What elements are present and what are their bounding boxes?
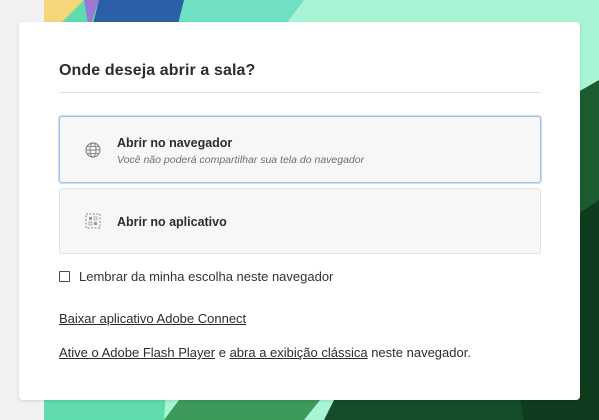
flash-player-line: Ative o Adobe Flash Player e abra a exib… — [59, 345, 471, 360]
option-label: Abrir no aplicativo — [117, 215, 227, 229]
open-room-dialog: Onde deseja abrir a sala? Abrir no naveg… — [19, 22, 580, 400]
classic-view-link[interactable]: abra a exibição clássica — [230, 345, 368, 360]
option-sublabel: Você não poderá compartilhar sua tela do… — [117, 154, 365, 166]
dialog-title: Onde deseja abrir a sala? — [59, 62, 256, 79]
remember-choice[interactable]: Lembrar da minha escolha neste navegador — [59, 269, 333, 284]
application-icon — [84, 212, 102, 230]
download-app-link-row: Baixar aplicativo Adobe Connect — [59, 311, 246, 326]
download-app-link[interactable]: Baixar aplicativo Adobe Connect — [59, 311, 246, 326]
option-label: Abrir no navegador — [117, 136, 233, 150]
open-in-app-option[interactable]: Abrir no aplicativo — [59, 188, 541, 254]
enable-flash-link[interactable]: Ative o Adobe Flash Player — [59, 345, 215, 360]
title-divider — [59, 92, 541, 93]
remember-label: Lembrar da minha escolha neste navegador — [79, 269, 334, 284]
flash-line-suffix: neste navegador. — [367, 345, 471, 360]
open-in-browser-option[interactable]: Abrir no navegador Você não poderá compa… — [59, 116, 541, 183]
conjunction-text: e — [215, 345, 230, 360]
globe-icon — [84, 141, 102, 159]
remember-checkbox[interactable] — [59, 271, 70, 282]
